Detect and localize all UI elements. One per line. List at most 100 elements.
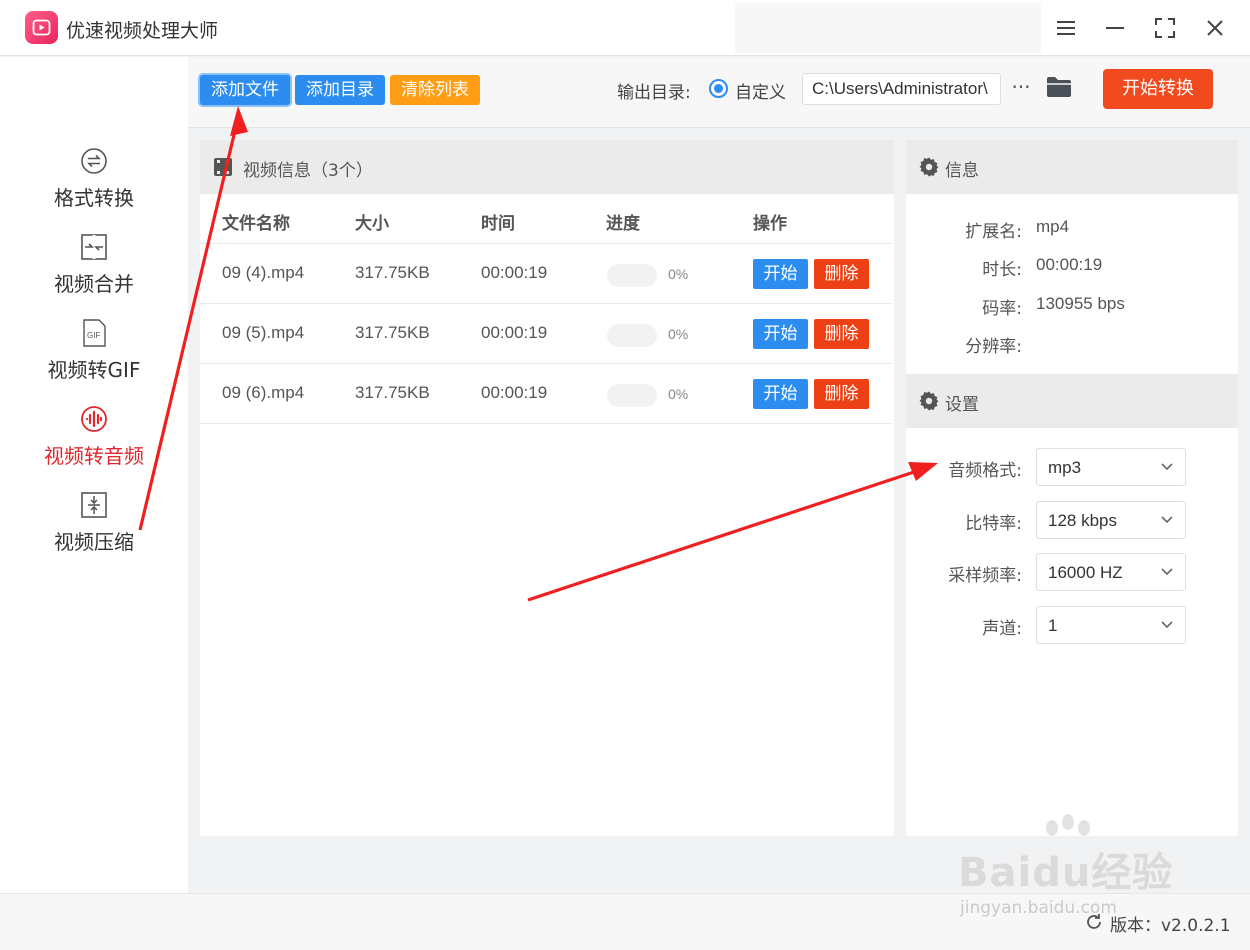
- sidebar-item-merge[interactable]: 视频合并: [0, 232, 188, 312]
- sidebar: 格式转换 视频合并 GIF 视频转GIF 视频转音频 视频压缩: [0, 57, 188, 893]
- duration-label: 时长:: [982, 260, 1022, 280]
- file-size: 317.75KB: [355, 323, 430, 342]
- bitrate-value: 130955 bps: [1036, 294, 1125, 313]
- audio-format-label: 音频格式:: [948, 461, 1022, 481]
- chevron-down-icon: [1161, 568, 1173, 576]
- channel-label: 声道:: [982, 619, 1022, 639]
- progress-text: 0%: [668, 386, 689, 402]
- start-button[interactable]: 开始: [753, 379, 808, 409]
- column-header-name: 文件名称: [222, 214, 290, 234]
- resolution-label: 分辨率:: [965, 337, 1022, 357]
- audio-format-select[interactable]: mp3: [1036, 448, 1186, 486]
- sidebar-item-audio[interactable]: 视频转音频: [0, 404, 188, 484]
- column-header-progress: 进度: [606, 214, 640, 234]
- column-header-size: 大小: [355, 214, 389, 234]
- settings-title: 设置: [945, 395, 979, 415]
- maximize-icon[interactable]: [1151, 14, 1179, 42]
- open-folder-icon[interactable]: [1046, 76, 1072, 100]
- start-convert-button[interactable]: 开始转换: [1103, 69, 1213, 109]
- add-directory-button[interactable]: 添加目录: [295, 75, 385, 105]
- info-title: 信息: [945, 161, 979, 181]
- sidebar-item-compress[interactable]: 视频压缩: [0, 490, 188, 570]
- duration-value: 00:00:19: [1036, 255, 1103, 274]
- sample-rate-value: 16000 HZ: [1048, 563, 1123, 582]
- merge-icon: [81, 234, 107, 260]
- menu-icon[interactable]: [1052, 14, 1080, 42]
- output-path-field[interactable]: C:\Users\Administrator\: [802, 73, 1001, 105]
- delete-button[interactable]: 删除: [814, 379, 869, 409]
- version-label: 版本：v2.0.2.1: [1110, 916, 1231, 936]
- bitrate-label: 码率:: [982, 299, 1022, 319]
- sidebar-item-label: 视频转GIF: [47, 358, 141, 382]
- file-name: 09 (4).mp4: [222, 263, 305, 282]
- chevron-down-icon: [1161, 516, 1173, 524]
- app-logo-icon: [25, 11, 58, 44]
- status-footer: 版本：v2.0.2.1: [0, 893, 1250, 950]
- file-size: 317.75KB: [355, 383, 430, 402]
- gear-icon: [919, 391, 939, 411]
- gear-icon: [919, 157, 939, 177]
- svg-text:GIF: GIF: [87, 331, 100, 340]
- table-row[interactable]: 09 (5).mp4 317.75KB 00:00:19 0% 开始 删除: [200, 304, 892, 364]
- settings-header: 设置: [906, 374, 1238, 428]
- table-row[interactable]: 09 (4).mp4 317.75KB 00:00:19 0% 开始 删除: [200, 244, 892, 304]
- video-file-icon: [214, 158, 232, 176]
- file-size: 317.75KB: [355, 263, 430, 282]
- sidebar-item-label: 视频转音频: [44, 444, 144, 468]
- sidebar-item-gif[interactable]: GIF 视频转GIF: [0, 318, 188, 398]
- chevron-down-icon: [1161, 621, 1173, 629]
- audio-wave-icon: [81, 406, 107, 432]
- chevron-down-icon: [1161, 463, 1173, 471]
- sidebar-item-label: 视频合并: [54, 272, 134, 296]
- watermark-text: Baidu经验: [958, 850, 1174, 896]
- progress-bar: [607, 384, 657, 407]
- custom-output-radio[interactable]: [709, 79, 728, 98]
- column-header-actions: 操作: [753, 214, 787, 234]
- file-list-panel: 视频信息（3个） 文件名称 大小 时间 进度 操作 09 (4).mp4 317…: [200, 140, 894, 836]
- output-directory-label: 输出目录:: [617, 83, 691, 103]
- table-row[interactable]: 09 (6).mp4 317.75KB 00:00:19 0% 开始 删除: [200, 364, 892, 424]
- sidebar-item-format-convert[interactable]: 格式转换: [0, 146, 188, 226]
- progress-text: 0%: [668, 266, 689, 282]
- table-header: 文件名称 大小 时间 进度 操作: [200, 194, 892, 244]
- format-convert-icon: [81, 148, 107, 174]
- gif-icon: GIF: [83, 319, 106, 347]
- delete-button[interactable]: 删除: [814, 319, 869, 349]
- title-blank-area: [735, 3, 1041, 53]
- clear-list-button[interactable]: 清除列表: [390, 75, 480, 105]
- delete-button[interactable]: 删除: [814, 259, 869, 289]
- progress-bar: [607, 324, 657, 347]
- bitrate-setting-value: 128 kbps: [1048, 511, 1117, 530]
- sample-rate-label: 采样频率:: [948, 566, 1022, 586]
- file-duration: 00:00:19: [481, 383, 548, 402]
- column-header-time: 时间: [481, 214, 515, 234]
- sidebar-item-label: 视频压缩: [54, 530, 134, 554]
- start-button[interactable]: 开始: [753, 319, 808, 349]
- file-list-title: 视频信息（3个）: [243, 161, 373, 181]
- file-duration: 00:00:19: [481, 323, 548, 342]
- browse-more-button[interactable]: ···: [1009, 73, 1033, 103]
- toolbar: 添加文件 添加目录 清除列表 输出目录: 自定义 C:\Users\Admini…: [188, 57, 1250, 128]
- file-list-header: 视频信息（3个）: [200, 140, 894, 194]
- sample-rate-select[interactable]: 16000 HZ: [1036, 553, 1186, 591]
- start-button[interactable]: 开始: [753, 259, 808, 289]
- refresh-icon[interactable]: [1084, 912, 1104, 932]
- audio-format-value: mp3: [1048, 458, 1082, 477]
- progress-bar: [607, 264, 657, 287]
- bitrate-select[interactable]: 128 kbps: [1036, 501, 1186, 539]
- progress-text: 0%: [668, 326, 689, 342]
- add-file-button[interactable]: 添加文件: [200, 75, 290, 105]
- compress-icon: [81, 492, 107, 518]
- app-title: 优速视频处理大师: [66, 20, 219, 42]
- title-bar: 优速视频处理大师: [0, 0, 1250, 56]
- channel-select[interactable]: 1: [1036, 606, 1186, 644]
- file-name: 09 (6).mp4: [222, 383, 305, 402]
- custom-output-label[interactable]: 自定义: [735, 78, 786, 103]
- close-icon[interactable]: [1201, 14, 1229, 42]
- minimize-icon[interactable]: [1101, 14, 1129, 42]
- info-header: 信息: [906, 140, 1238, 194]
- extension-value: mp4: [1036, 217, 1070, 236]
- sidebar-item-label: 格式转换: [54, 186, 134, 210]
- channel-value: 1: [1048, 616, 1058, 635]
- file-name: 09 (5).mp4: [222, 323, 305, 342]
